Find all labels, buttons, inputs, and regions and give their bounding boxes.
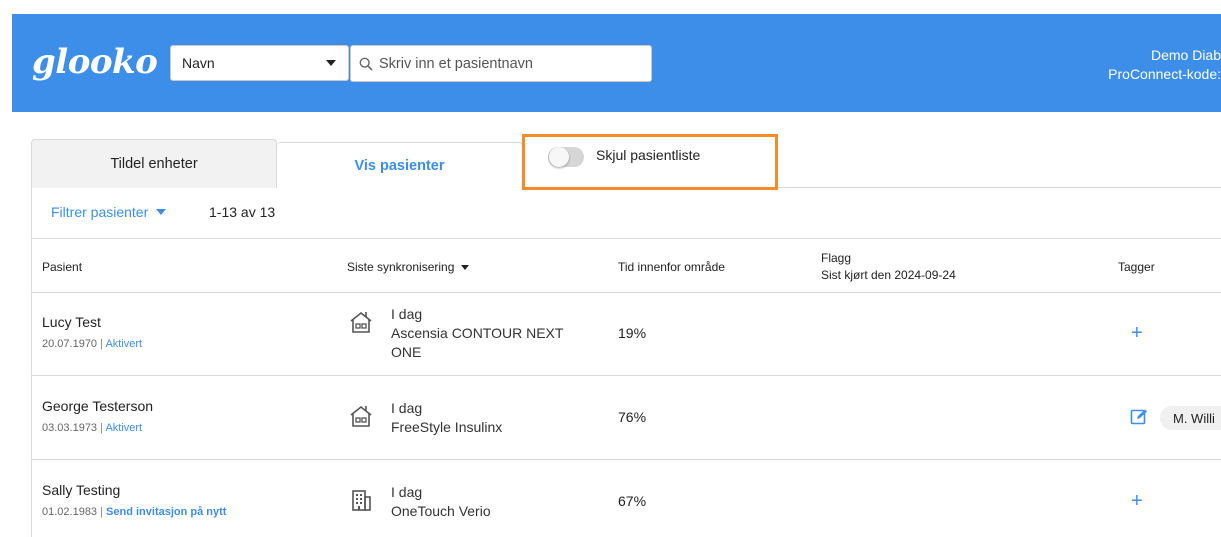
patient-search-box[interactable]	[350, 45, 652, 82]
search-type-select[interactable]: Navn	[170, 45, 349, 81]
patient-name-link[interactable]: Sally Testing	[42, 482, 120, 498]
filter-patients-dropdown[interactable]: Filtrer pasienter	[51, 204, 167, 220]
tab-view-patients[interactable]: Vis pasienter	[277, 142, 523, 189]
col-patient[interactable]: Pasient	[42, 260, 82, 274]
proconnect-code: ProConnect-kode:	[1108, 66, 1221, 82]
tab-label: Vis pasienter	[354, 158, 445, 174]
divider	[31, 375, 1221, 376]
sync-info: I dag Ascensia CONTOUR NEXT ONE	[391, 305, 591, 362]
sync-when: I dag	[391, 306, 423, 322]
sync-device: FreeStyle Insulinx	[391, 419, 503, 435]
col-tags[interactable]: Tagger	[1118, 260, 1155, 274]
home-sync-icon	[350, 311, 372, 333]
add-tag-button[interactable]: +	[1131, 323, 1143, 343]
col-last-sync-label: Siste synkronisering	[347, 260, 455, 274]
sync-info: I dag FreeStyle Insulinx	[391, 399, 591, 437]
divider	[31, 238, 1221, 239]
filter-label: Filtrer pasienter	[51, 204, 149, 220]
chevron-down-icon	[326, 60, 336, 66]
patients-panel	[31, 187, 1221, 537]
sync-device: Ascensia CONTOUR NEXT ONE	[391, 325, 564, 360]
resend-invitation-link[interactable]: Send invitasjon på nytt	[106, 506, 226, 518]
divider	[31, 459, 1221, 460]
tab-assign-devices[interactable]: Tildel enheter	[31, 139, 277, 188]
sort-desc-icon	[461, 264, 470, 270]
app-header: glooko Navn Demo Diab ProConnect-kode:	[12, 14, 1221, 112]
col-flags[interactable]: Flagg	[821, 251, 851, 265]
time-in-range-value: 19%	[618, 325, 647, 341]
col-last-sync[interactable]: Siste synkronisering	[347, 260, 470, 274]
hide-patient-list-toggle[interactable]	[548, 147, 584, 167]
col-flags-last-run: Sist kjørt den 2024-09-24	[821, 268, 956, 282]
account-info[interactable]: Demo Diab ProConnect-kode:	[1108, 46, 1221, 84]
search-type-value: Navn	[182, 55, 215, 71]
sync-device: OneTouch Verio	[391, 503, 491, 519]
search-icon	[359, 57, 373, 70]
tag-pill[interactable]: M. Willi	[1160, 406, 1221, 430]
toggle-knob	[549, 147, 569, 167]
tab-label: Tildel enheter	[110, 156, 198, 172]
home-sync-icon	[350, 405, 372, 427]
patient-status-link[interactable]: Aktivert	[105, 422, 142, 434]
sync-when: I dag	[391, 400, 423, 416]
time-in-range-value: 67%	[618, 493, 647, 509]
clinic-sync-icon	[352, 490, 371, 511]
glooko-logo[interactable]: glooko	[32, 42, 158, 82]
account-name: Demo Diab	[1150, 47, 1221, 63]
chevron-down-icon	[156, 209, 167, 215]
patient-dob: 03.03.1973	[42, 422, 98, 434]
divider	[31, 292, 1221, 293]
patient-meta: 03.03.1973 | Aktivert	[42, 422, 143, 434]
edit-tags-icon[interactable]	[1130, 408, 1148, 426]
patient-name-link[interactable]: George Testerson	[42, 398, 153, 414]
sync-when: I dag	[391, 484, 423, 500]
patient-search-input[interactable]	[379, 55, 639, 72]
add-tag-button[interactable]: +	[1131, 491, 1143, 511]
patient-meta: 20.07.1970 | Aktivert	[42, 338, 143, 350]
hide-patient-list-label: Skjul pasientliste	[596, 147, 701, 163]
patient-status-link[interactable]: Aktivert	[105, 338, 142, 350]
patient-dob: 20.07.1970	[42, 338, 98, 350]
patient-meta: 01.02.1983 | Send invitasjon på nytt	[42, 506, 227, 518]
patient-dob: 01.02.1983	[42, 506, 98, 518]
col-time-in-range[interactable]: Tid innenfor område	[618, 260, 725, 274]
time-in-range-value: 76%	[618, 409, 647, 425]
patient-name-link[interactable]: Lucy Test	[42, 314, 101, 330]
patient-count: 1-13 av 13	[209, 204, 276, 220]
sync-info: I dag OneTouch Verio	[391, 483, 591, 521]
